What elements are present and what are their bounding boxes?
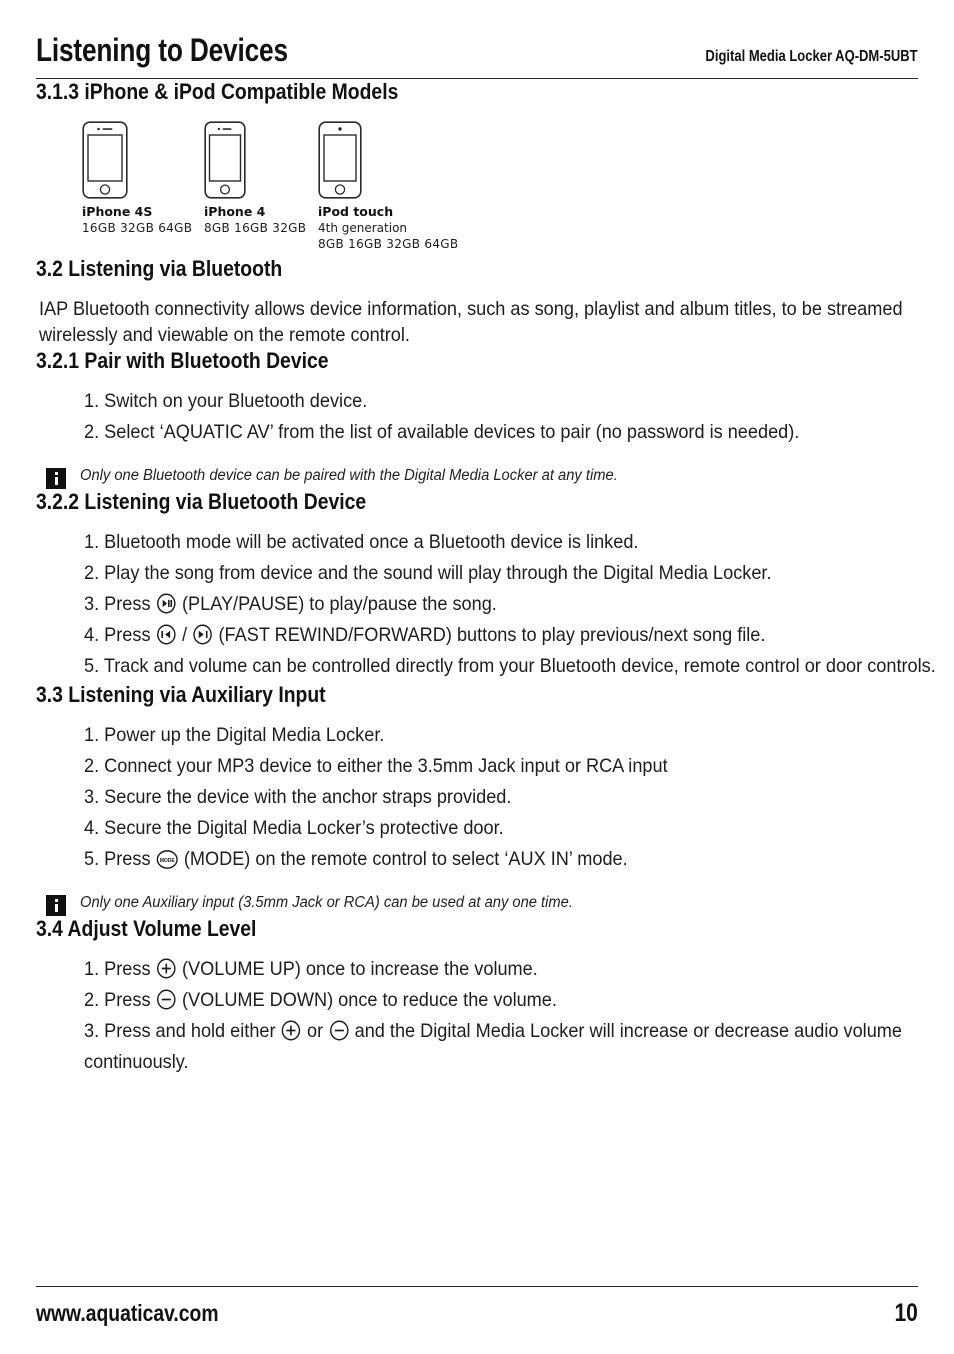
list-item: 3. Secure the device with the anchor str… [84, 782, 918, 813]
mode-icon: MODE [156, 850, 178, 869]
note-text: Only one Auxiliary input (3.5mm Jack or … [80, 894, 573, 911]
ipod-touch-icon [318, 121, 362, 199]
play-pause-icon [156, 593, 176, 614]
rewind-icon [156, 624, 176, 645]
device-card-iphone-4: iPhone 4 8GB 16GB 32GB [204, 121, 306, 235]
info-icon [46, 895, 66, 916]
step-text: 4. Press [84, 624, 156, 646]
steps-3-3: 1. Power up the Digital Media Locker. 2.… [36, 720, 918, 875]
step-text: (VOLUME UP) once to increase the volume. [176, 958, 538, 980]
step-text: 1. Power up the Digital Media Locker. [84, 724, 385, 746]
step-text: 2. Press [84, 989, 156, 1011]
list-item: 2. Play the song from device and the sou… [84, 558, 918, 589]
step-text: (VOLUME DOWN) once to reduce the volume. [176, 989, 557, 1011]
website-url[interactable]: www.aquaticav.com [36, 1300, 219, 1327]
paragraph-3-2: IAP Bluetooth connectivity allows device… [39, 298, 903, 346]
heading-3-4: 3.4 Adjust Volume Level [36, 916, 257, 941]
step-text: 5. Track and volume can be controlled di… [84, 655, 936, 677]
device-generation: 4th generation [318, 221, 408, 235]
list-item: 5. Press MODE (MODE) on the remote contr… [84, 844, 918, 875]
device-name: iPhone 4S [82, 204, 153, 219]
volume-up-icon [282, 1020, 302, 1041]
list-item: 1. Switch on your Bluetooth device. [84, 386, 918, 417]
step-text: 1. Press [84, 958, 156, 980]
list-item: 2. Press (VOLUME DOWN) once to reduce th… [84, 985, 918, 1016]
heading-3-2-2: 3.2.2 Listening via Bluetooth Device [36, 489, 367, 514]
step-text: 3. Secure the device with the anchor str… [84, 786, 512, 808]
device-capacities: 16GB 32GB 64GB [82, 221, 193, 235]
heading-3-1-3: 3.1.3 iPhone & iPod Compatible Models [36, 79, 399, 104]
step-text: 2. Connect your MP3 device to either the… [84, 755, 668, 777]
mode-icon-label: MODE [160, 858, 176, 864]
step-text: 2. Select ‘AQUATIC AV’ from the list of … [84, 421, 800, 443]
device-capacities: 8GB 16GB 32GB [204, 221, 307, 235]
list-item: 3. Press (PLAY/PAUSE) to play/pause the … [84, 589, 918, 620]
step-separator: or [301, 1020, 329, 1042]
page-number: 10 [894, 1299, 918, 1327]
compatible-devices-figure: iPhone 4S 16GB 32GB 64GB iPhone 4 8GB 16… [36, 121, 918, 256]
list-item: 2. Select ‘AQUATIC AV’ from the list of … [84, 417, 918, 448]
step-text: 4. Secure the Digital Media Locker’s pro… [84, 817, 504, 839]
note-bluetooth-pairing: Only one Bluetooth device can be paired … [46, 466, 918, 489]
volume-down-icon [329, 1020, 349, 1041]
step-text: 1. Bluetooth mode will be activated once… [84, 531, 639, 553]
heading-3-3: 3.3 Listening via Auxiliary Input [36, 682, 326, 707]
heading-3-2: 3.2 Listening via Bluetooth [36, 256, 283, 281]
note-auxiliary-input: Only one Auxiliary input (3.5mm Jack or … [46, 893, 918, 916]
volume-down-icon [156, 989, 176, 1010]
page-footer: www.aquaticav.com 10 [36, 1286, 918, 1328]
page-header: Listening to Devices Digital Media Locke… [36, 0, 918, 69]
document-page: Listening to Devices Digital Media Locke… [0, 0, 954, 1354]
device-card-iphone-4s: iPhone 4S 16GB 32GB 64GB [82, 121, 192, 235]
product-model-label: Digital Media Locker AQ-DM-5UBT [705, 48, 918, 65]
iphone-icon [204, 121, 246, 199]
step-text: (MODE) on the remote control to select ‘… [178, 848, 628, 870]
step-text: 1. Switch on your Bluetooth device. [84, 390, 368, 412]
steps-3-2-1: 1. Switch on your Bluetooth device. 2. S… [36, 386, 918, 448]
list-item: 1. Press (VOLUME UP) once to increase th… [84, 954, 918, 985]
steps-3-2-2: 1. Bluetooth mode will be activated once… [36, 527, 936, 682]
step-text: 5. Press [84, 848, 156, 870]
list-item: 4. Secure the Digital Media Locker’s pro… [84, 813, 918, 844]
device-capacities: 8GB 16GB 32GB 64GB [318, 237, 459, 251]
step-text: (FAST REWIND/FORWARD) buttons to play pr… [213, 624, 766, 646]
forward-icon [193, 624, 213, 645]
device-name: iPod touch [318, 204, 394, 219]
volume-up-icon [156, 958, 176, 979]
list-item: 5. Track and volume can be controlled di… [84, 651, 936, 682]
step-text: (PLAY/PAUSE) to play/pause the song. [176, 593, 497, 615]
step-separator: / [176, 624, 193, 646]
list-item: 1. Power up the Digital Media Locker. [84, 720, 918, 751]
steps-3-4: 1. Press (VOLUME UP) once to increase th… [36, 954, 918, 1078]
step-text: 2. Play the song from device and the sou… [84, 562, 772, 584]
device-card-ipod-touch: iPod touch 4th generation 8GB 16GB 32GB … [318, 121, 458, 251]
page-title: Listening to Devices [36, 32, 288, 68]
note-text: Only one Bluetooth device can be paired … [80, 467, 618, 484]
info-icon [46, 468, 66, 489]
device-name: iPhone 4 [204, 204, 266, 219]
list-item: 2. Connect your MP3 device to either the… [84, 751, 918, 782]
list-item: 4. Press / (FAST REWIND/FORWARD) buttons… [84, 620, 918, 651]
list-item: 3. Press and hold either or and the Digi… [84, 1016, 918, 1078]
footer-divider [36, 1286, 918, 1287]
iphone-icon [82, 121, 128, 199]
step-text: 3. Press [84, 593, 156, 615]
heading-3-2-1: 3.2.1 Pair with Bluetooth Device [36, 348, 329, 373]
step-text: 3. Press and hold either [84, 1020, 281, 1042]
list-item: 1. Bluetooth mode will be activated once… [84, 527, 918, 558]
